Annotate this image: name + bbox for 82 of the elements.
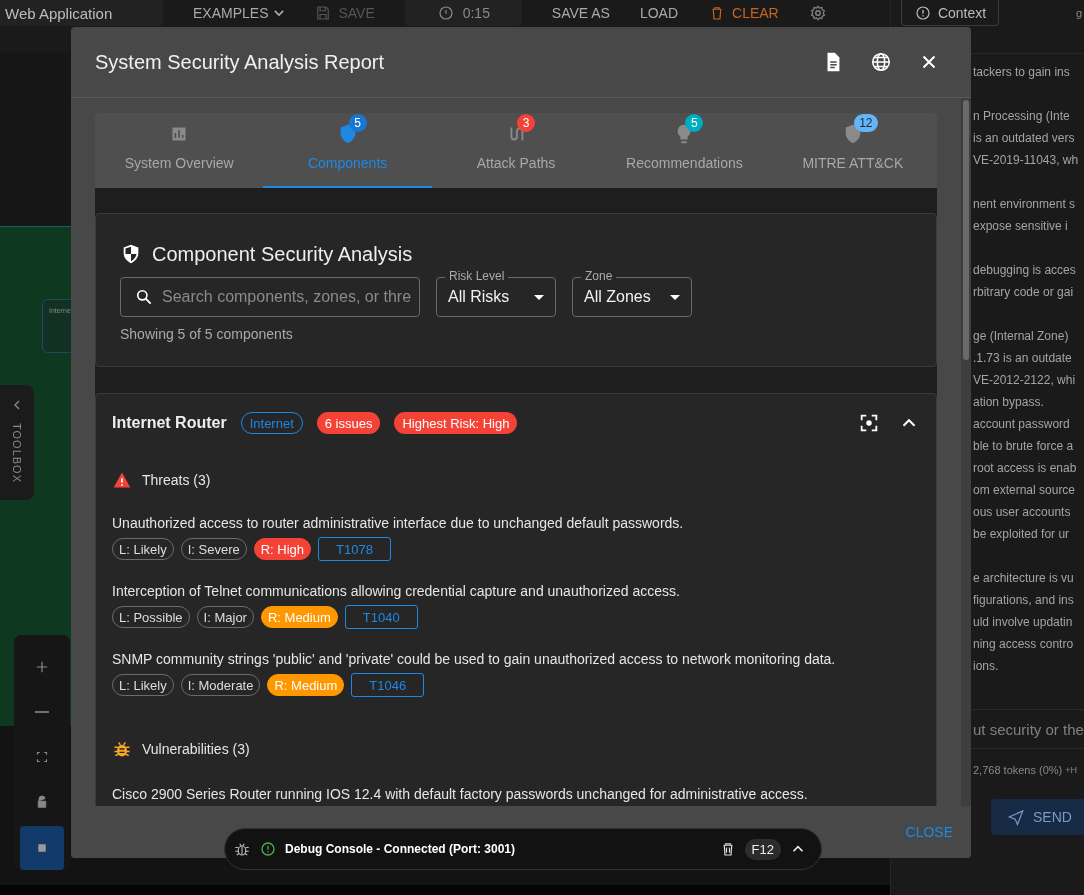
message-line: VE-2012-2122, whi (973, 372, 1077, 389)
message-line: VE-2019-11043, wh (973, 152, 1080, 169)
timer: 0:15 (404, 0, 522, 26)
send-icon (1007, 808, 1025, 826)
search-field[interactable]: Search components, zones, or thre (120, 277, 420, 317)
bug-icon (112, 739, 132, 759)
token-note: +H (1065, 765, 1078, 775)
header-text: g (1076, 7, 1083, 19)
message-line: ble to brute force a (973, 438, 1075, 455)
message-line: ning access contro (973, 636, 1075, 653)
component-name: Internet Router (112, 414, 227, 432)
message-line: be exploited for ur (973, 526, 1071, 543)
focus-icon[interactable] (858, 412, 880, 434)
count-badge: 12 (853, 114, 878, 132)
message-line: tackers to gain ins (973, 64, 1071, 81)
project-field[interactable]: Web Application (0, 0, 163, 26)
section-heading: Vulnerabilities (3) (142, 741, 250, 757)
message-line: ous user accounts (973, 504, 1072, 521)
filter-select[interactable]: Risk Level All Risks (436, 269, 556, 317)
message-line: ation bypass. (973, 394, 1045, 411)
message-line: debugging is acces (973, 262, 1077, 279)
message-line: ions. (973, 658, 1000, 675)
minus-icon (34, 710, 50, 714)
caret-icon (274, 10, 285, 16)
issues-badge: 6 issues (316, 412, 381, 434)
message-line: n Processing (Inte (973, 108, 1071, 125)
section-title: Component Security Analysis (152, 242, 413, 266)
count-badge: 5 (348, 114, 367, 132)
toolbar-button[interactable]: LOAD (639, 0, 679, 26)
caret-icon (534, 294, 544, 300)
console-title: Debug Console - Connected (Port: 3001) (285, 842, 516, 856)
message-line: uld involve updatin (973, 614, 1074, 631)
message-line: is an outdated vers (973, 130, 1076, 147)
finding-text: Unauthorized access to router administrative interface due to unchanged default passwords. (112, 514, 685, 533)
shortcut-badge: F12 (744, 838, 781, 860)
info-icon (913, 3, 932, 22)
clock-icon (436, 4, 455, 22)
finding-text: Cisco 2900 Series Router running IOS 12.4 with default factory passwords unchanged for administrative access. (112, 785, 809, 804)
message-line: figurations, and ins (973, 592, 1075, 609)
token-count: 2,768 tokens (0%) (973, 764, 1063, 776)
technique-tag[interactable]: T1046 (351, 673, 425, 697)
filter-select[interactable]: Zone All Zones (572, 269, 692, 317)
risk-chip: R: Medium (260, 606, 338, 628)
message-line: account password (973, 416, 1071, 433)
count-badge: 3 (517, 114, 535, 132)
section-heading: Threats (3) (142, 472, 211, 488)
finding-text: Interception of Telnet communications allowing credential capture and unauthorized access. (112, 582, 681, 601)
send-button[interactable]: SEND (991, 799, 1084, 835)
tab[interactable]: 5 Recommendations (600, 113, 769, 188)
warning-icon (112, 470, 132, 490)
risk-chip: R: High (253, 538, 312, 560)
message-line: .1.73 is an outdate (973, 350, 1073, 367)
toolbox-tab[interactable]: TOOLBOX (0, 385, 34, 500)
message-line: expose sensitive i (973, 218, 1069, 235)
tab[interactable]: 3 Attack Paths (431, 113, 601, 188)
message-line: root access is enab (973, 460, 1078, 477)
technique-tag[interactable]: T1040 (344, 605, 418, 629)
message-line: ge (Internal Zone) (973, 328, 1070, 345)
risk-chip: R: Medium (267, 674, 345, 696)
toolbar-button[interactable]: SAVE AS (551, 0, 610, 26)
finding-text: SNMP community strings 'public' and 'private' could be used to gain unauthorized access to network monitoring data. (112, 650, 837, 669)
tab[interactable]: 12 MITRE ATT&CK (768, 113, 937, 188)
result-count: Showing 5 of 5 components (120, 326, 294, 342)
message-line: rbitrary code or gai (973, 284, 1075, 301)
message-line: e architecture is vu (973, 570, 1075, 587)
scrollbar[interactable] (961, 98, 971, 806)
risk-badge: Highest Risk: High (394, 412, 518, 434)
clear-button[interactable]: CLEAR (708, 0, 779, 26)
message-line: om external source (973, 482, 1077, 499)
context-button[interactable]: Context (901, 0, 999, 26)
search-icon (134, 287, 154, 307)
technique-tag[interactable]: T1078 (318, 537, 391, 561)
message-line: nent environment s (973, 196, 1077, 213)
stop-button[interactable] (20, 826, 64, 870)
globe-icon[interactable] (870, 51, 892, 73)
dialog-title: System Security Analysis Report (95, 50, 385, 74)
message-input[interactable]: ut security or the (891, 709, 1084, 749)
settings-icon[interactable] (808, 4, 827, 22)
tab[interactable]: System Overview (95, 113, 264, 188)
caret-icon (670, 294, 680, 300)
examples-menu[interactable]: EXAMPLES (193, 0, 285, 26)
count-badge: 5 (685, 114, 704, 132)
